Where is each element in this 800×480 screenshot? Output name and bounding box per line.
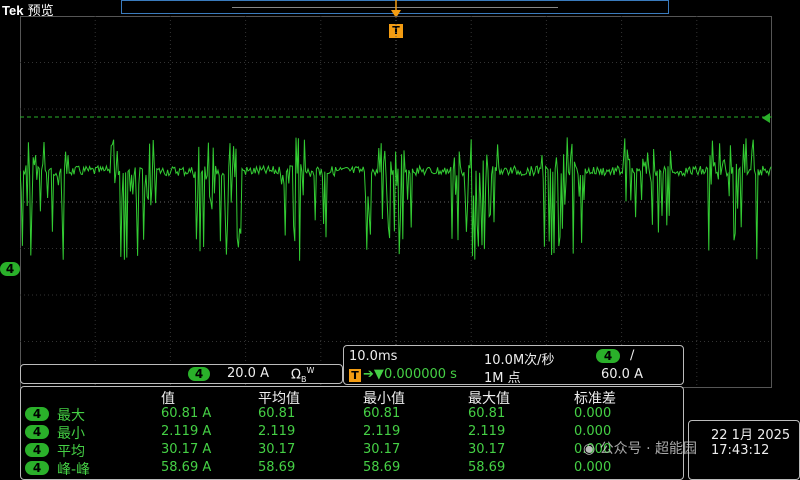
measurement-value: 30.17 A xyxy=(161,442,212,457)
ch4-badge: 4 xyxy=(188,367,210,381)
measurement-value: 60.81 A xyxy=(161,406,212,421)
measurement-header: 值 xyxy=(161,391,175,407)
measurement-source-badge: 4 xyxy=(25,407,49,421)
measurement-source-badge: 4 xyxy=(25,461,49,475)
date-readout: 22 1月 2025 xyxy=(711,428,791,443)
measurement-value: 30.17 xyxy=(468,442,506,457)
measurement-value: 58.69 xyxy=(468,460,506,475)
measurement-label: 最小 xyxy=(57,426,85,442)
bandwidth-icon: ΩBW xyxy=(291,366,315,384)
measurement-value: 2.119 xyxy=(258,424,296,439)
measurement-value: 58.69 xyxy=(258,460,296,475)
record-length: 1M 点 xyxy=(484,371,521,386)
channel-readout-panel[interactable]: 4 20.0 A ΩBW xyxy=(20,364,343,384)
measurement-value: 0.000 xyxy=(574,460,612,475)
measurement-value: 58.69 xyxy=(363,460,401,475)
vertical-scale: 20.0 A xyxy=(227,366,269,381)
measurement-value: 0.000 xyxy=(574,406,612,421)
trigger-arrow-icon: ➔▼ xyxy=(363,367,384,382)
measurement-value: 60.81 xyxy=(258,406,296,421)
measurement-label: 峰-峰 xyxy=(57,462,91,478)
trigger-position: 0.000000 s xyxy=(384,367,457,382)
watermark: ◉ 公众号 · 超能园 xyxy=(583,441,698,457)
sample-rate: 10.0M次/秒 xyxy=(484,353,555,368)
measurement-value: 30.17 xyxy=(258,442,296,457)
measurement-header: 平均值 xyxy=(258,391,300,407)
wechat-icon: ◉ xyxy=(583,441,596,457)
time-readout: 17:43:12 xyxy=(711,443,770,458)
measurement-label: 平均 xyxy=(57,444,85,460)
measurement-label: 最大 xyxy=(57,408,85,424)
measurement-value: 2.119 xyxy=(363,424,401,439)
measurement-value: 0.000 xyxy=(574,424,612,439)
measurement-value: 60.81 xyxy=(363,406,401,421)
ch4-ground-marker[interactable]: 4 xyxy=(0,262,20,276)
trigger-t-icon: T xyxy=(349,369,361,382)
measurement-value: 2.119 A xyxy=(161,424,212,439)
timebase-panel[interactable]: 10.0ms 10.0M次/秒 4 ∕ T ➔▼ 0.000000 s 1M 点… xyxy=(343,345,684,386)
measurement-value: 58.69 A xyxy=(161,460,212,475)
trigger-level: 60.0 A xyxy=(601,367,643,382)
measurements-panel[interactable]: 值 平均值 最小值 最大值 标准差 4 最大 60.81 A 60.81 60.81 60.81 0… xyxy=(20,386,684,480)
measurement-header: 最大值 xyxy=(468,391,510,407)
measurement-source-badge: 4 xyxy=(25,443,49,457)
trigger-slope-icon: ∕ xyxy=(630,348,635,363)
measurement-value: 2.119 xyxy=(468,424,506,439)
measurement-source-badge: 4 xyxy=(25,425,49,439)
trigger-source-badge: 4 xyxy=(596,349,620,363)
datetime-panel[interactable]: 22 1月 2025 17:43:12 xyxy=(688,420,800,480)
measurement-value: 60.81 xyxy=(468,406,506,421)
waveform-grid xyxy=(20,16,772,388)
measurement-header: 标准差 xyxy=(574,391,616,407)
time-scale: 10.0ms xyxy=(349,349,398,364)
measurement-header: 最小值 xyxy=(363,391,405,407)
trigger-level-arrow-icon[interactable] xyxy=(760,112,772,124)
measurement-value: 30.17 xyxy=(363,442,401,457)
